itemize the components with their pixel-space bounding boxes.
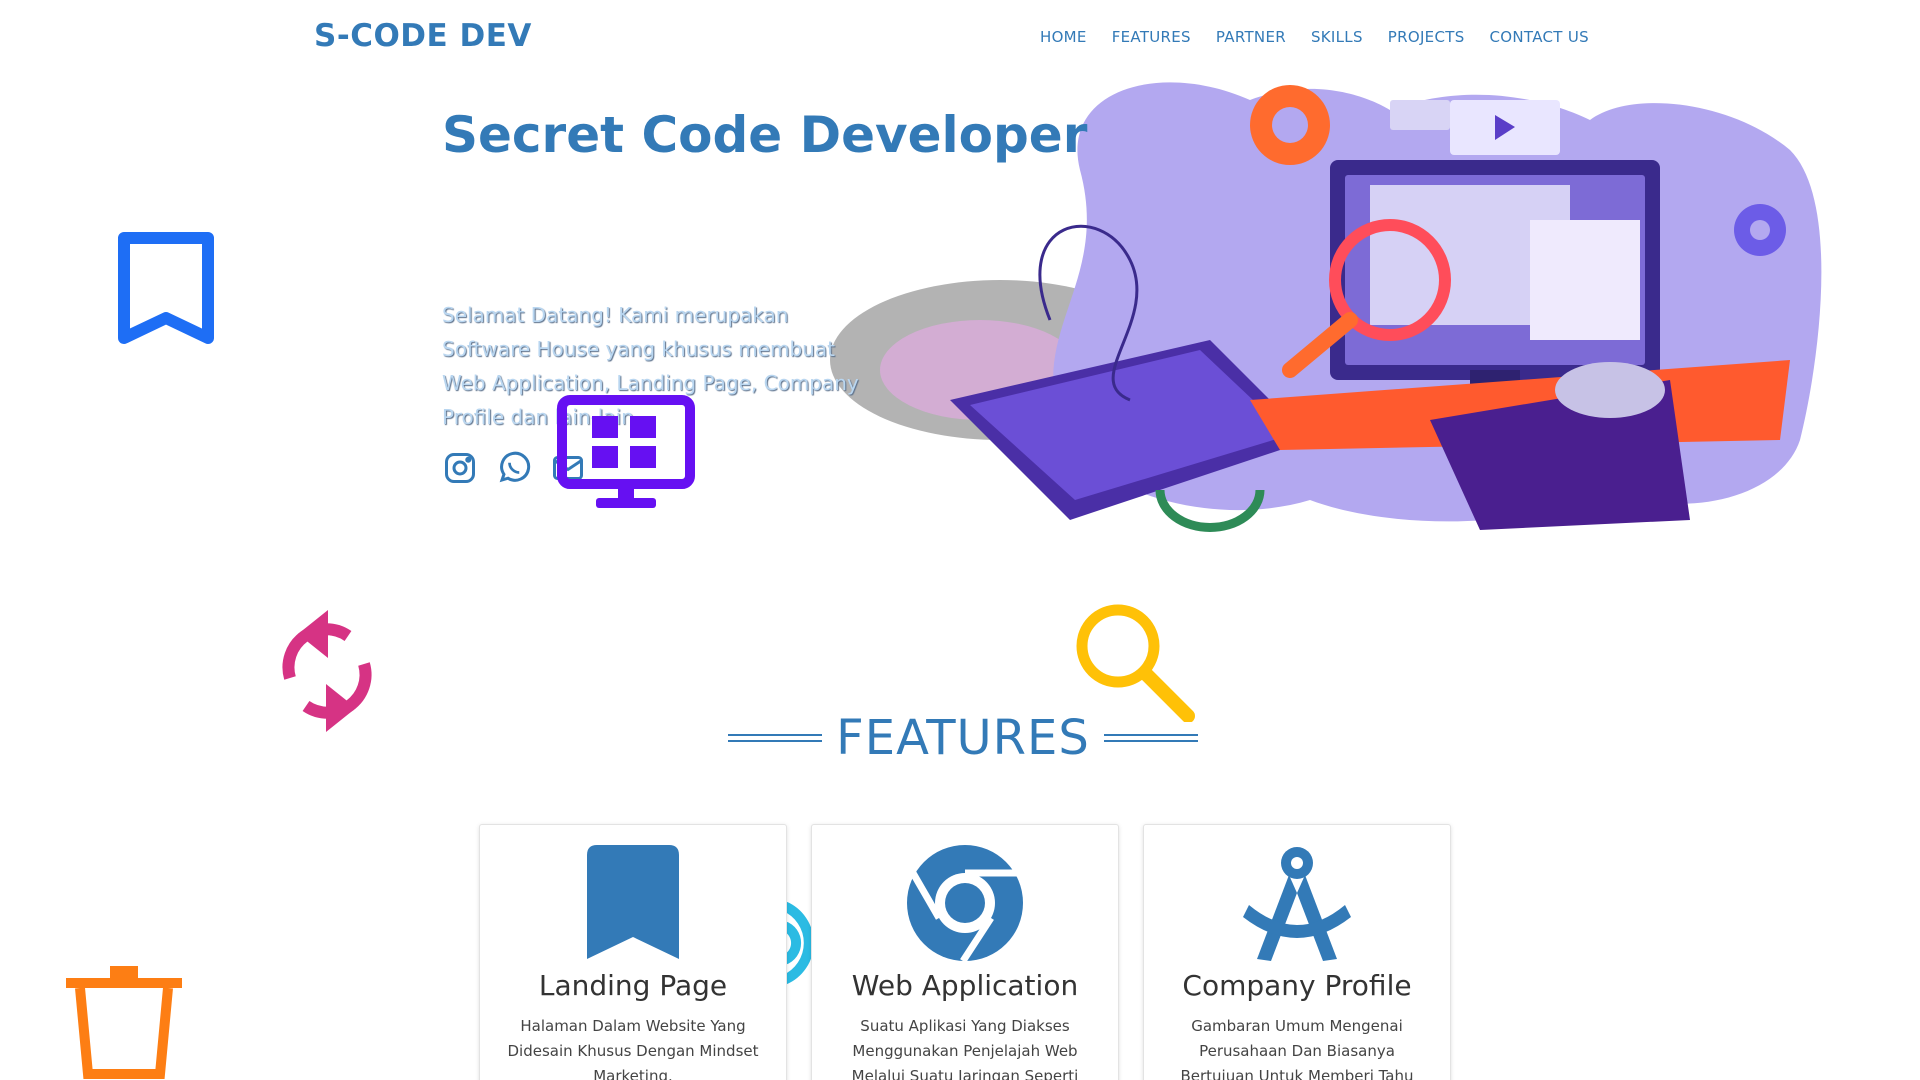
monitor-icon <box>557 395 695 508</box>
feature-cards: Landing Page Halaman Dalam Website Yang … <box>479 824 1451 1080</box>
nav-skills[interactable]: SKILLS <box>1311 28 1363 46</box>
feature-card-web-application[interactable]: Web Application Suatu Aplikasi Yang Diak… <box>811 824 1119 1080</box>
compass-icon <box>1243 847 1351 961</box>
card-description: Gambaran Umum Mengenai Perusahaan Dan Bi… <box>1180 1017 1414 1080</box>
nav-projects[interactable]: PROJECTS <box>1388 28 1465 46</box>
feature-card-company-profile[interactable]: Company Profile Gambaran Umum Mengenai P… <box>1143 824 1451 1080</box>
main-nav: HOME FEATURES PARTNER SKILLS PROJECTS CO… <box>1040 28 1589 46</box>
nav-features[interactable]: FEATURES <box>1112 28 1191 46</box>
card-title: Web Application <box>851 969 1079 1002</box>
card-title: Company Profile <box>1182 969 1412 1002</box>
trash-icon <box>66 966 182 1079</box>
hero-title: Secret Code Developer <box>442 106 1088 164</box>
features-title: FEATURES <box>836 710 1090 766</box>
card-description: Halaman Dalam Website Yang Didesain Khus… <box>507 1017 759 1080</box>
features-heading: FEATURES <box>728 710 1198 766</box>
bookmark-icon <box>587 845 679 959</box>
refresh-icon <box>282 610 372 732</box>
chrome-icon <box>907 845 1023 963</box>
card-title: Landing Page <box>538 969 728 1002</box>
instagram-icon[interactable] <box>442 450 478 486</box>
bookmark-icon <box>118 232 214 344</box>
brand-logo[interactable]: S-CODE DEV <box>314 18 532 54</box>
nav-home[interactable]: HOME <box>1040 28 1087 46</box>
nav-contact-us[interactable]: CONTACT US <box>1490 28 1589 46</box>
whatsapp-icon[interactable] <box>496 450 532 486</box>
heading-divider-right <box>1103 734 1198 742</box>
heading-divider-left <box>728 734 823 742</box>
search-icon <box>1076 604 1195 722</box>
nav-partner[interactable]: PARTNER <box>1216 28 1286 46</box>
card-description: Suatu Aplikasi Yang Diakses Menggunakan … <box>851 1017 1079 1080</box>
feature-card-landing-page[interactable]: Landing Page Halaman Dalam Website Yang … <box>479 824 787 1080</box>
